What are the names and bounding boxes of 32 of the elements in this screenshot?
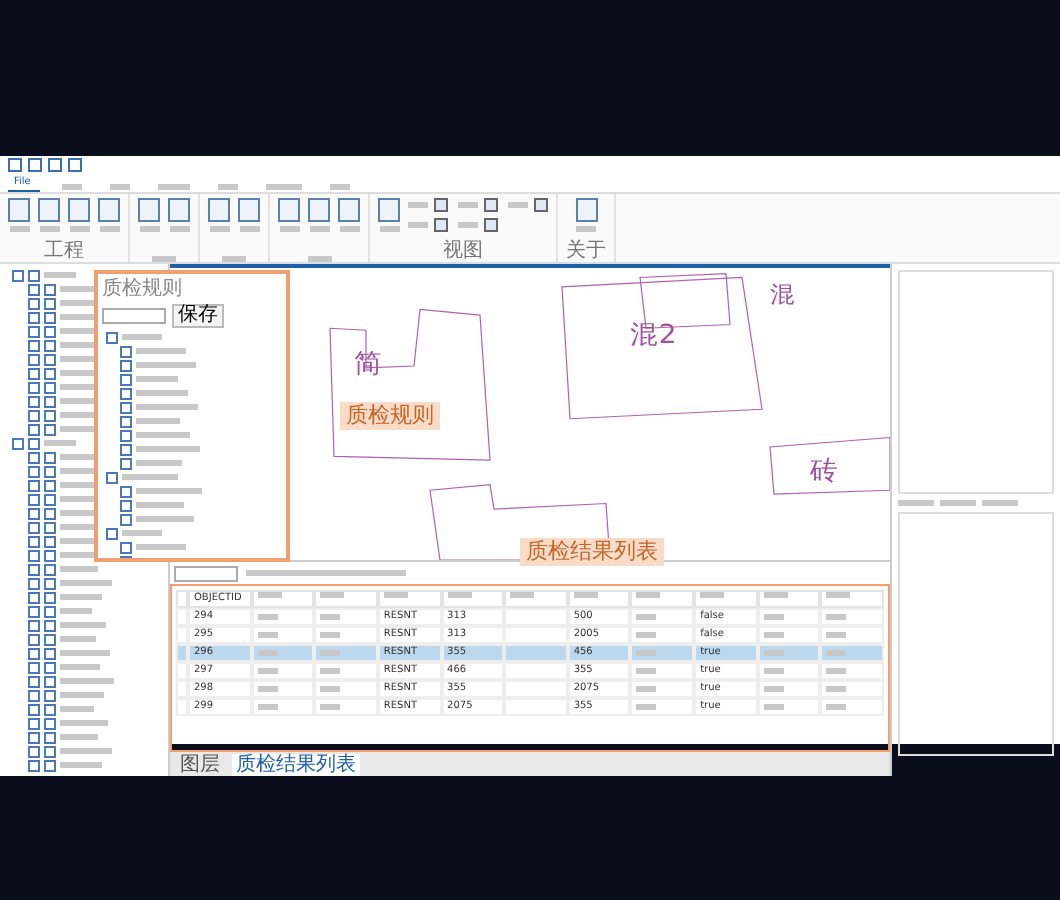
map-label: 混2 xyxy=(630,320,677,352)
panel-tab[interactable]: 图层 xyxy=(176,753,224,775)
toolbar-icon[interactable] xyxy=(68,198,90,222)
checkbox[interactable] xyxy=(534,198,548,213)
callout-label: 质检规则 xyxy=(340,402,440,430)
save-button[interactable]: 保存 xyxy=(172,304,224,328)
toolbar-icon[interactable] xyxy=(238,198,260,222)
map-label: 砖 xyxy=(810,455,839,487)
scale-dropdown[interactable] xyxy=(174,565,238,581)
checkbox[interactable] xyxy=(434,217,448,232)
toolbar-icon[interactable] xyxy=(575,198,597,222)
toolbar-icon[interactable] xyxy=(168,198,190,222)
rule-dropdown[interactable] xyxy=(102,308,166,324)
panel-tab[interactable]: 质检结果列表 xyxy=(232,753,360,775)
toolbar-icon[interactable] xyxy=(338,198,360,222)
toolbar-icon[interactable] xyxy=(98,198,120,222)
checkbox[interactable] xyxy=(484,217,498,232)
toolbar-icon[interactable] xyxy=(8,198,30,222)
toolbar-icon[interactable] xyxy=(138,198,160,222)
toolbar-icon[interactable] xyxy=(208,198,230,222)
group-label: 视图 xyxy=(443,240,483,262)
checkbox[interactable] xyxy=(484,198,498,213)
toolbar-icon[interactable] xyxy=(308,198,330,222)
map-label: 混 xyxy=(770,280,795,308)
callout-label: 质检结果列表 xyxy=(520,538,664,566)
toolbar-icon[interactable] xyxy=(378,198,400,222)
map-label: 简 xyxy=(354,348,383,380)
checkbox[interactable] xyxy=(434,198,448,213)
group-label: 关于 xyxy=(566,240,606,262)
toolbar-icon[interactable] xyxy=(278,198,300,222)
toolbar-icon[interactable] xyxy=(38,198,60,222)
group-label: 工程 xyxy=(44,240,84,262)
